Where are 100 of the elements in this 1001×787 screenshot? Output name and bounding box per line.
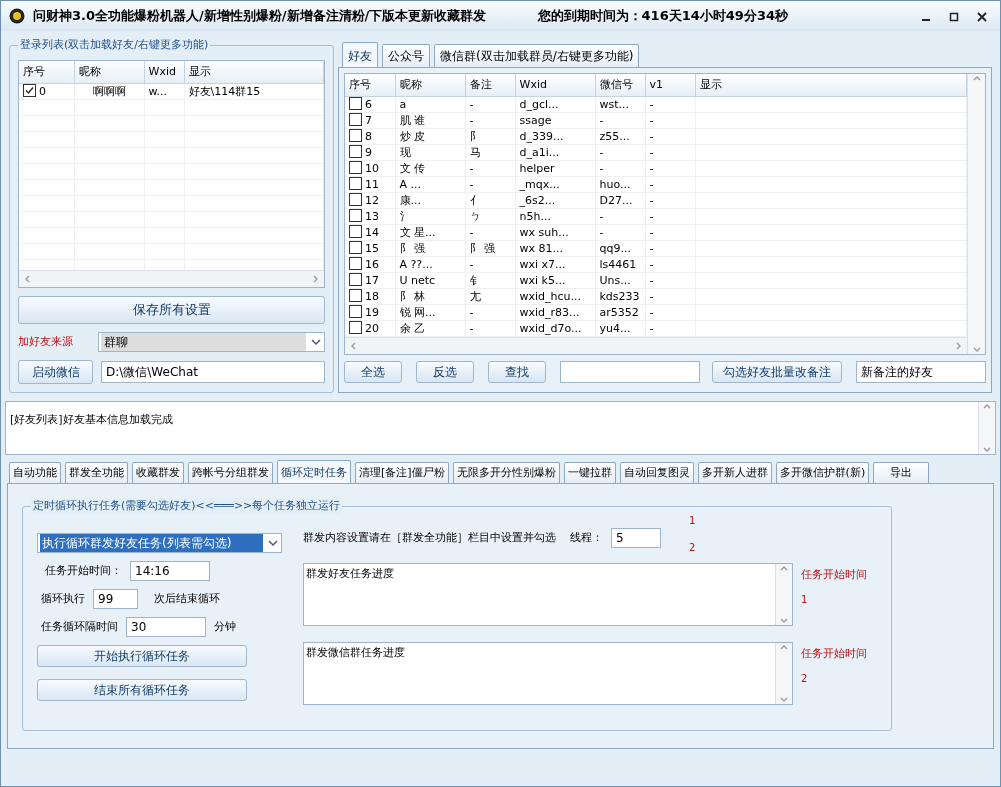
table-cell: d_a1i... bbox=[515, 144, 595, 160]
table-cell: kds233 bbox=[595, 288, 645, 304]
start-time-field[interactable]: 14:16 bbox=[130, 561, 210, 581]
tab[interactable]: 一键拉群 bbox=[563, 461, 616, 483]
tab[interactable]: 好友 bbox=[342, 42, 378, 67]
index-mark: 2 bbox=[689, 541, 696, 555]
row-checkbox[interactable]: 10 bbox=[345, 160, 395, 176]
table-cell: 炒 皮 bbox=[395, 128, 465, 144]
table-cell: 马 bbox=[465, 144, 515, 160]
tab[interactable]: 多开微信护群(新) bbox=[775, 461, 870, 483]
table-cell: yu4... bbox=[595, 320, 645, 336]
table-cell: - bbox=[595, 160, 645, 176]
column-header: 微信号 bbox=[595, 74, 645, 96]
table-cell: 亻 bbox=[465, 192, 515, 208]
loop-count-field[interactable]: 99 bbox=[93, 589, 138, 609]
action-button[interactable]: 反选 bbox=[416, 361, 474, 383]
action-button[interactable]: 查找 bbox=[488, 361, 546, 383]
table-cell: - bbox=[645, 208, 695, 224]
tab[interactable]: 多开新人进群 bbox=[697, 461, 772, 483]
source-label: 加好友来源 bbox=[18, 333, 74, 350]
table-cell: A ... bbox=[395, 176, 465, 192]
row-checkbox[interactable]: 17 bbox=[345, 272, 395, 288]
path-field[interactable]: D:\微信\WeChat bbox=[101, 361, 325, 383]
table-cell: 尢 bbox=[465, 288, 515, 304]
table-cell: - bbox=[465, 176, 515, 192]
row-checkbox[interactable]: 13 bbox=[345, 208, 395, 224]
column-header: 序号 bbox=[19, 61, 74, 83]
save-button[interactable]: 保存所有设置 bbox=[18, 296, 325, 324]
task-start-label: 任务开始时间 bbox=[801, 646, 867, 662]
table-cell: Uns... bbox=[595, 272, 645, 288]
interval-field[interactable]: 30 bbox=[126, 617, 206, 637]
table-cell: - bbox=[645, 272, 695, 288]
table-cell: wst... bbox=[595, 96, 645, 112]
column-header: 昵称 bbox=[74, 61, 144, 83]
tab[interactable]: 自动回复图灵 bbox=[619, 461, 694, 483]
stop-loop-button[interactable]: 结束所有循环任务 bbox=[37, 679, 247, 701]
row-checkbox[interactable]: 9 bbox=[345, 144, 395, 160]
table-cell: helper bbox=[515, 160, 595, 176]
tab[interactable]: 跨帐号分组群发 bbox=[188, 461, 273, 483]
row-checkbox[interactable]: 6 bbox=[345, 96, 395, 112]
log-text: [好友列表]好友基本信息加载完成 bbox=[9, 412, 174, 428]
table-cell: w... bbox=[144, 83, 184, 99]
table-cell: - bbox=[595, 144, 645, 160]
table-cell: wxi k5... bbox=[515, 272, 595, 288]
tab[interactable]: 循环定时任务 bbox=[277, 459, 351, 483]
tab[interactable]: 自动功能 bbox=[9, 461, 61, 483]
row-checkbox[interactable]: 7 bbox=[345, 112, 395, 128]
column-header: Wxid bbox=[515, 74, 595, 96]
row-checkbox[interactable]: 16 bbox=[345, 256, 395, 272]
row-checkbox[interactable]: 20 bbox=[345, 320, 395, 336]
progress-box[interactable]: 群发微信群任务进度 bbox=[303, 642, 793, 705]
tab[interactable]: 导出 bbox=[873, 461, 930, 483]
table-cell: 肌 谁 bbox=[395, 112, 465, 128]
table-cell: 余 乙 bbox=[395, 320, 465, 336]
row-checkbox[interactable]: 18 bbox=[345, 288, 395, 304]
remark-field[interactable]: 新备注的好友 bbox=[856, 361, 986, 383]
row-checkbox[interactable]: 8 bbox=[345, 128, 395, 144]
start-wechat-button[interactable]: 启动微信 bbox=[18, 360, 93, 384]
column-header: v1 bbox=[645, 74, 695, 96]
source-select[interactable]: 群聊 bbox=[98, 332, 325, 352]
table-cell: d_gcl... bbox=[515, 96, 595, 112]
threads-field[interactable]: 5 bbox=[611, 528, 661, 548]
index-mark: 1 bbox=[689, 514, 696, 528]
table-cell: ar5352 bbox=[595, 304, 645, 320]
row-checkbox[interactable]: 12 bbox=[345, 192, 395, 208]
tab[interactable]: 微信群(双击加载群员/右键更多功能) bbox=[434, 44, 640, 67]
column-header: 显示 bbox=[695, 74, 967, 96]
table-cell: 锐 网... bbox=[395, 304, 465, 320]
batch-remark-button[interactable]: 勾选好友批量改备注 bbox=[712, 361, 842, 383]
action-button[interactable]: 全选 bbox=[344, 361, 402, 383]
table-cell: - bbox=[465, 304, 515, 320]
row-checkbox[interactable]: 0 bbox=[19, 83, 74, 99]
table-cell: wx suh... bbox=[515, 224, 595, 240]
progress-text: 群发微信群任务进度 bbox=[305, 645, 406, 661]
start-loop-button[interactable]: 开始执行循环任务 bbox=[37, 645, 247, 667]
row-checkbox[interactable]: 11 bbox=[345, 176, 395, 192]
tab[interactable]: 清理[备注]僵尸粉 bbox=[355, 461, 449, 483]
table-cell: - bbox=[645, 144, 695, 160]
row-checkbox[interactable]: 14 bbox=[345, 224, 395, 240]
table-cell: - bbox=[465, 256, 515, 272]
table-cell: - bbox=[465, 320, 515, 336]
tab[interactable]: 公众号 bbox=[382, 44, 430, 67]
table-cell: 现 bbox=[395, 144, 465, 160]
table-cell: wxid_hcu... bbox=[515, 288, 595, 304]
table-cell: - bbox=[645, 240, 695, 256]
tab[interactable]: 群发全功能 bbox=[65, 461, 128, 483]
task-select[interactable]: 执行循环群发好友任务(列表需勾选) bbox=[37, 533, 282, 553]
row-checkbox[interactable]: 19 bbox=[345, 304, 395, 320]
table-cell: 阝 强 bbox=[465, 240, 515, 256]
table-cell: wx 81... bbox=[515, 240, 595, 256]
table-cell: - bbox=[645, 128, 695, 144]
table-cell: - bbox=[645, 224, 695, 240]
tab[interactable]: 收藏群发 bbox=[132, 461, 184, 483]
table-cell: 好友\114群15 bbox=[184, 83, 324, 99]
tab[interactable]: 无限多开分性别爆粉 bbox=[452, 461, 560, 483]
table-cell: - bbox=[645, 320, 695, 336]
progress-box[interactable]: 群发好友任务进度 bbox=[303, 563, 793, 626]
table-cell: z55... bbox=[595, 128, 645, 144]
row-checkbox[interactable]: 15 bbox=[345, 240, 395, 256]
column-header: 序号 bbox=[345, 74, 395, 96]
